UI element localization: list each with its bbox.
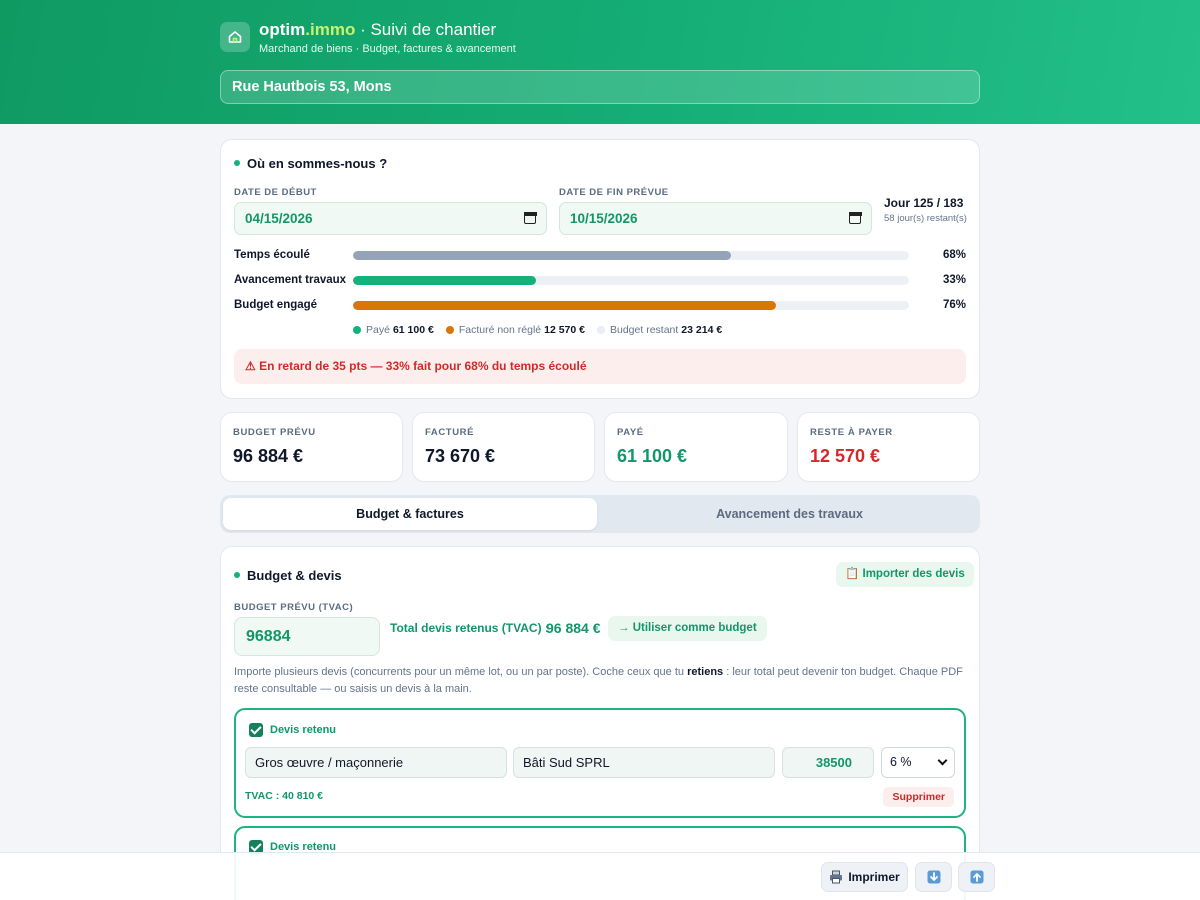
progress-label-works: Avancement travaux [234, 274, 347, 286]
progress-bar-works [353, 276, 909, 285]
download-button[interactable] [915, 862, 952, 892]
progress-bar-budget [353, 301, 909, 310]
devis-retained-label: Devis retenu [270, 724, 337, 736]
budget-input[interactable]: 96884 [234, 617, 380, 656]
devis-tvac: TVAC : 40 810 € [245, 790, 324, 802]
progress-bar-time [353, 251, 909, 260]
chevron-down-icon [937, 755, 948, 766]
devis-montant-input[interactable]: 38500 [782, 747, 874, 778]
kpi-budget: BUDGET PRÉVU 96 884 € [220, 412, 403, 482]
kpi-label: RESTE À PAYER [810, 427, 893, 438]
start-date-label: DATE DE DÉBUT [234, 187, 317, 198]
app-title: optim.immo · Suivi de chantier [259, 20, 497, 39]
use-as-budget-button[interactable]: → Utiliser comme budget [608, 616, 767, 641]
kpi-value: 73 670 € [425, 446, 496, 466]
bullet-dot [234, 572, 240, 578]
action-footer: Imprimer [0, 852, 1200, 900]
devis-entreprise-input[interactable]: Bâti Sud SPRL [513, 747, 775, 778]
end-date-input[interactable]: 10/15/2026 [559, 202, 872, 235]
tab-avancement[interactable]: Avancement des travaux [602, 498, 977, 530]
delay-alert: ⚠ En retard de 35 pts — 33% fait pour 68… [234, 349, 966, 384]
legend-swatch [445, 326, 454, 334]
calendar-icon[interactable] [523, 211, 537, 224]
end-date-label: DATE DE FIN PRÉVUE [559, 187, 669, 198]
print-button[interactable]: Imprimer [821, 862, 908, 892]
status-title: Où en sommes-nous ? [234, 156, 387, 171]
legend-swatch [353, 326, 361, 334]
progress-label-time: Temps écoulé [234, 249, 310, 261]
property-address[interactable]: Rue Hautbois 53, Mons [220, 70, 980, 104]
tab-budget-factures[interactable]: Budget & factures [223, 498, 597, 530]
tab-bar: Budget & factures Avancement des travaux [220, 495, 980, 533]
kpi-paid: PAYÉ 61 100 € [604, 412, 788, 482]
days-left: 58 jour(s) restant(s) [884, 213, 967, 224]
devis-poste-input[interactable]: Gros œuvre / maçonnerie [245, 747, 507, 778]
import-devis-button[interactable]: 📋 Importer des devis [836, 562, 974, 587]
kpi-label: PAYÉ [617, 427, 644, 438]
calendar-icon[interactable] [848, 211, 862, 224]
progress-fill-time [353, 251, 732, 260]
progress-pct-budget: 76% [942, 299, 966, 311]
devis-retained-checkbox[interactable] [249, 723, 263, 737]
kpi-label: BUDGET PRÉVU [233, 427, 316, 438]
legend-item-unpaid: Facturé non réglé 12 570 € [445, 324, 585, 336]
kpi-value: 96 884 € [233, 446, 304, 466]
upload-icon [970, 870, 983, 884]
logo [220, 22, 250, 52]
upload-button[interactable] [958, 862, 995, 892]
devis-delete-button[interactable]: Supprimer [883, 787, 954, 807]
legend-swatch [597, 326, 605, 334]
download-icon [927, 870, 940, 884]
kpi-invoiced: FACTURÉ 73 670 € [412, 412, 595, 482]
progress-pct-time: 68% [942, 249, 966, 261]
kpi-value: 12 570 € [810, 446, 881, 466]
devis-card: Devis retenu Gros œuvre / maçonnerie Bât… [234, 708, 966, 818]
devis-tva-select[interactable]: 6 % [881, 747, 955, 778]
printer-icon [830, 870, 843, 884]
progress-label-budget: Budget engagé [234, 299, 318, 311]
bullet-dot [234, 160, 240, 166]
app-header: optim.immo · Suivi de chantier Marchand … [0, 0, 1200, 124]
day-counter: Jour 125 / 183 [884, 196, 964, 210]
kpi-remaining: RESTE À PAYER 12 570 € [797, 412, 980, 482]
total-devis-value: 96 884 € [546, 620, 601, 636]
house-icon [228, 31, 242, 43]
budget-title: Budget & devis [234, 568, 342, 583]
help-text: Importe plusieurs devis (concurrents pou… [234, 666, 963, 695]
start-date-input[interactable]: 04/15/2026 [234, 202, 547, 235]
kpi-label: FACTURÉ [425, 427, 475, 438]
budget-input-label: BUDGET PRÉVU (TVAC) [234, 602, 354, 613]
budget-legend: Payé 61 100 € Facturé non réglé 12 570 € B… [353, 324, 722, 336]
total-devis-label: Total devis retenus (TVAC) : [390, 621, 549, 635]
progress-fill-budget [353, 301, 776, 310]
kpi-value: 61 100 € [617, 446, 688, 466]
progress-fill-works [353, 276, 537, 285]
legend-item-paid: Payé 61 100 € [353, 324, 434, 336]
app-subtitle: Marchand de biens · Budget, factures & a… [259, 43, 516, 55]
legend-item-remaining: Budget restant 23 214 € [597, 324, 722, 336]
progress-pct-works: 33% [942, 274, 966, 286]
